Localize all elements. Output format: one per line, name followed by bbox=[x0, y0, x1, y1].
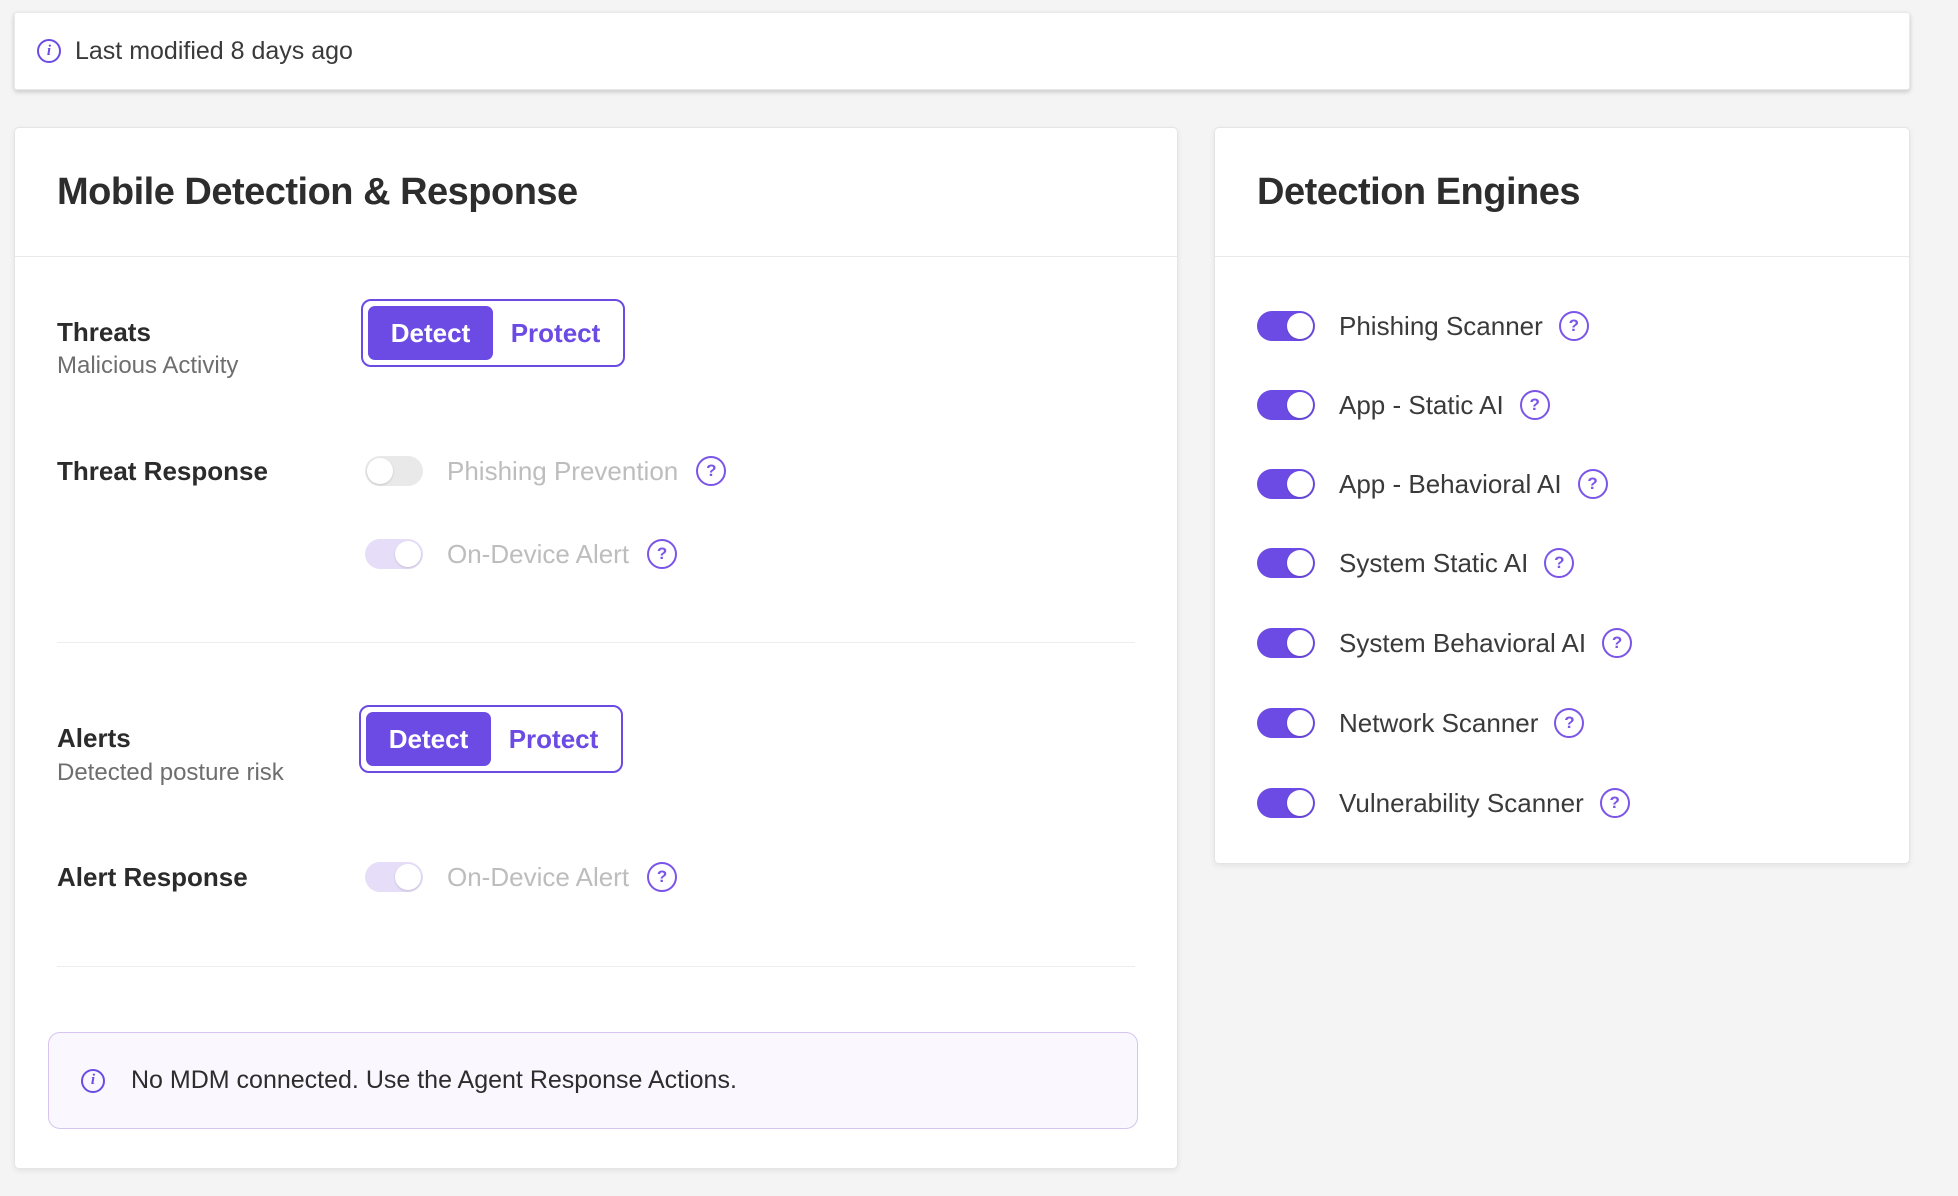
engine-row-system-static-ai: System Static AI ? bbox=[1257, 548, 1574, 578]
alerts-detect-option[interactable]: Detect bbox=[366, 712, 491, 766]
last-modified-banner: i Last modified 8 days ago bbox=[14, 12, 1910, 90]
toggle-knob bbox=[1287, 471, 1313, 497]
help-icon[interactable]: ? bbox=[1559, 311, 1589, 341]
threat-on-device-alert-toggle[interactable] bbox=[365, 539, 423, 569]
help-icon[interactable]: ? bbox=[647, 539, 677, 569]
engine-row-system-behavioral-ai: System Behavioral AI ? bbox=[1257, 628, 1632, 658]
no-mdm-notice-text: No MDM connected. Use the Agent Response… bbox=[131, 1066, 737, 1095]
system-behavioral-ai-label: System Behavioral AI bbox=[1339, 628, 1586, 659]
help-icon[interactable]: ? bbox=[1578, 469, 1608, 499]
phishing-prevention-toggle[interactable] bbox=[365, 456, 423, 486]
phishing-prevention-row: Phishing Prevention ? bbox=[365, 456, 726, 486]
phishing-scanner-label: Phishing Scanner bbox=[1339, 311, 1543, 342]
threat-on-device-alert-label: On-Device Alert bbox=[447, 539, 629, 570]
engines-card-title: Detection Engines bbox=[1257, 171, 1580, 214]
mdr-card: Mobile Detection & Response Threats Mali… bbox=[14, 127, 1178, 1169]
toggle-knob bbox=[1287, 550, 1313, 576]
last-modified-text: Last modified 8 days ago bbox=[75, 37, 353, 66]
toggle-knob bbox=[1287, 313, 1313, 339]
system-behavioral-ai-toggle[interactable] bbox=[1257, 628, 1315, 658]
detection-engines-card: Detection Engines Phishing Scanner ? App… bbox=[1214, 127, 1910, 864]
threats-sublabel: Malicious Activity bbox=[57, 352, 238, 380]
phishing-scanner-toggle[interactable] bbox=[1257, 311, 1315, 341]
alert-on-device-alert-label: On-Device Alert bbox=[447, 862, 629, 893]
app-static-ai-label: App - Static AI bbox=[1339, 390, 1504, 421]
toggle-knob bbox=[395, 864, 421, 890]
vulnerability-scanner-toggle[interactable] bbox=[1257, 788, 1315, 818]
alerts-protect-option[interactable]: Protect bbox=[491, 712, 616, 766]
divider bbox=[57, 642, 1135, 643]
system-static-ai-toggle[interactable] bbox=[1257, 548, 1315, 578]
network-scanner-label: Network Scanner bbox=[1339, 708, 1538, 739]
engine-row-phishing-scanner: Phishing Scanner ? bbox=[1257, 311, 1589, 341]
threats-protect-option[interactable]: Protect bbox=[493, 306, 618, 360]
help-icon[interactable]: ? bbox=[1602, 628, 1632, 658]
alert-response-label: Alert Response bbox=[57, 862, 248, 892]
engine-row-app-static-ai: App - Static AI ? bbox=[1257, 390, 1550, 420]
phishing-prevention-label: Phishing Prevention bbox=[447, 456, 678, 487]
mdr-card-header: Mobile Detection & Response bbox=[15, 128, 1177, 257]
engine-row-app-behavioral-ai: App - Behavioral AI ? bbox=[1257, 469, 1608, 499]
help-icon[interactable]: ? bbox=[1554, 708, 1584, 738]
help-icon[interactable]: ? bbox=[1544, 548, 1574, 578]
engine-row-vulnerability-scanner: Vulnerability Scanner ? bbox=[1257, 788, 1630, 818]
toggle-knob bbox=[1287, 790, 1313, 816]
info-icon: i bbox=[37, 39, 61, 63]
vulnerability-scanner-label: Vulnerability Scanner bbox=[1339, 788, 1584, 819]
toggle-knob bbox=[1287, 710, 1313, 736]
app-behavioral-ai-label: App - Behavioral AI bbox=[1339, 469, 1562, 500]
alerts-sublabel: Detected posture risk bbox=[57, 759, 284, 787]
network-scanner-toggle[interactable] bbox=[1257, 708, 1315, 738]
toggle-knob bbox=[395, 541, 421, 567]
alert-on-device-alert-toggle[interactable] bbox=[365, 862, 423, 892]
help-icon[interactable]: ? bbox=[1520, 390, 1550, 420]
no-mdm-notice: i No MDM connected. Use the Agent Respon… bbox=[48, 1032, 1138, 1129]
alerts-mode-segmented-control: Detect Protect bbox=[359, 705, 623, 773]
toggle-knob bbox=[1287, 630, 1313, 656]
mdr-card-title: Mobile Detection & Response bbox=[57, 171, 578, 214]
threats-detect-option[interactable]: Detect bbox=[368, 306, 493, 360]
divider bbox=[57, 966, 1135, 967]
engines-card-header: Detection Engines bbox=[1215, 128, 1909, 257]
system-static-ai-label: System Static AI bbox=[1339, 548, 1528, 579]
help-icon[interactable]: ? bbox=[1600, 788, 1630, 818]
engine-row-network-scanner: Network Scanner ? bbox=[1257, 708, 1584, 738]
threat-response-label: Threat Response bbox=[57, 456, 268, 486]
help-icon[interactable]: ? bbox=[647, 862, 677, 892]
toggle-knob bbox=[1287, 392, 1313, 418]
app-static-ai-toggle[interactable] bbox=[1257, 390, 1315, 420]
alerts-label: Alerts bbox=[57, 723, 131, 753]
app-behavioral-ai-toggle[interactable] bbox=[1257, 469, 1315, 499]
threats-mode-segmented-control: Detect Protect bbox=[361, 299, 625, 367]
threat-on-device-alert-row: On-Device Alert ? bbox=[365, 539, 677, 569]
toggle-knob bbox=[367, 458, 393, 484]
help-icon[interactable]: ? bbox=[696, 456, 726, 486]
threats-label: Threats bbox=[57, 317, 151, 347]
alert-on-device-alert-row: On-Device Alert ? bbox=[365, 862, 677, 892]
info-icon: i bbox=[81, 1069, 105, 1093]
